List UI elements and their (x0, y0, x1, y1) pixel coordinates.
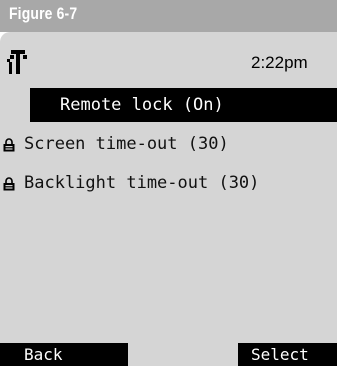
figure-page: Figure 6-7 2:22pm Remote lock (On) Scree… (0, 0, 337, 366)
menu-item-screen-timeout[interactable]: Screen time-out (30) (0, 127, 337, 161)
phone-screen: 2:22pm Remote lock (On) Screen time-out … (0, 32, 337, 366)
menu-item-label: Screen time-out (30) (24, 134, 229, 154)
menu-item-label: Remote lock (On) (60, 95, 224, 115)
figure-caption-bar: Figure 6-7 (0, 0, 337, 32)
lock-icon (3, 138, 15, 152)
status-time: 2:22pm (251, 53, 308, 72)
figure-label: Figure 6-7 (9, 4, 78, 23)
menu-item-remote-lock[interactable]: Remote lock (On) (30, 88, 337, 122)
menu-item-backlight-timeout[interactable]: Backlight time-out (30) (0, 166, 337, 200)
select-softkey[interactable]: Select (238, 343, 337, 366)
menu-item-label: Backlight time-out (30) (24, 173, 260, 193)
antenna-signal-icon (7, 50, 27, 74)
back-softkey[interactable]: Back (0, 343, 128, 366)
lock-icon (3, 177, 15, 191)
